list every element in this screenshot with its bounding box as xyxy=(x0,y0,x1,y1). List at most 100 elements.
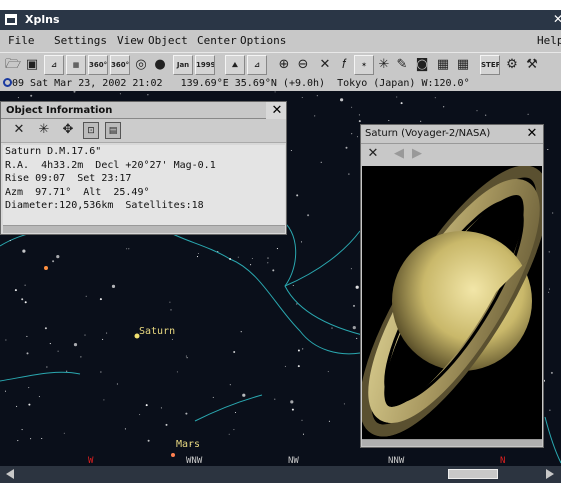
next-arrow-icon[interactable]: ▶ xyxy=(409,146,425,163)
menu-bar: File Settings View Object Center Options… xyxy=(0,30,561,52)
viewer-close-icon[interactable]: ✕ xyxy=(521,125,543,143)
save-icon[interactable]: ▣ xyxy=(22,55,42,75)
italic-font-icon[interactable]: 𝑓 xyxy=(334,55,354,75)
star xyxy=(185,355,187,357)
star xyxy=(292,284,294,287)
meteor-icon[interactable]: ✳ xyxy=(374,55,394,75)
menu-settings[interactable]: Settings xyxy=(54,34,107,47)
date-range-button[interactable]: 1999 2100 xyxy=(195,55,215,75)
grid-icon[interactable]: ▦ xyxy=(453,55,473,75)
direction-w: W xyxy=(88,456,94,466)
move-icon[interactable]: ✥ xyxy=(60,122,76,139)
comet-icon[interactable]: ✶ xyxy=(354,55,374,75)
scroll-thumb[interactable] xyxy=(448,469,498,479)
menu-view[interactable]: View xyxy=(117,34,144,47)
star xyxy=(28,387,30,389)
mars-marker[interactable] xyxy=(171,453,175,457)
scroll-right-icon[interactable] xyxy=(546,469,554,479)
zoom-in-icon[interactable]: ⊕ xyxy=(274,55,294,75)
menu-help[interactable]: Help xyxy=(537,34,561,47)
status-view-width: W:120.0° xyxy=(421,78,470,89)
star xyxy=(147,439,150,442)
object-info-close-icon[interactable]: ✕ xyxy=(267,102,287,119)
star xyxy=(302,433,305,435)
close-icon[interactable]: ✕ xyxy=(553,12,561,26)
star xyxy=(343,403,345,405)
star xyxy=(217,250,219,253)
planet-icon[interactable]: ● xyxy=(150,55,170,75)
xplns-window: Xplns ✕ File Settings View Object Center… xyxy=(0,10,561,483)
star xyxy=(176,371,178,373)
star xyxy=(85,295,87,297)
direction-wnw: WNW xyxy=(186,456,203,466)
star xyxy=(548,291,550,293)
star xyxy=(126,248,128,250)
star xyxy=(26,352,29,355)
menu-center[interactable]: Center xyxy=(197,34,237,47)
star xyxy=(103,399,105,401)
menu-file[interactable]: File xyxy=(8,34,35,47)
star xyxy=(229,384,231,386)
star xyxy=(9,240,11,242)
star xyxy=(106,332,108,334)
star xyxy=(139,414,141,416)
viewer-scrollbar[interactable] xyxy=(362,439,542,446)
star xyxy=(549,409,551,411)
star-chart-icon[interactable]: ⊿ xyxy=(247,55,267,75)
star xyxy=(396,96,398,98)
telescope-icon[interactable]: ⊿ xyxy=(44,55,64,75)
close-icon[interactable]: ✕ xyxy=(11,122,27,139)
pencil-icon[interactable]: ✎ xyxy=(392,55,412,75)
star xyxy=(119,93,121,95)
star xyxy=(272,269,275,272)
image-icon[interactable]: ◙ xyxy=(412,55,432,75)
star xyxy=(345,146,348,149)
open-file-icon[interactable]: 🗁 xyxy=(3,55,23,75)
star xyxy=(331,327,333,329)
star xyxy=(307,214,310,217)
landscape-icon[interactable]: ⛰ xyxy=(225,55,245,75)
star xyxy=(316,95,318,97)
horizontal-scrollbar[interactable] xyxy=(0,466,561,483)
star xyxy=(66,370,68,372)
window-menu-icon[interactable] xyxy=(5,14,17,25)
settings-gear-icon[interactable]: ⚙ xyxy=(502,55,522,75)
star xyxy=(49,343,51,345)
object-info-scrollbar[interactable] xyxy=(3,225,285,233)
previous-arrow-icon[interactable]: ◀ xyxy=(391,146,407,163)
image-icon[interactable]: ▤ xyxy=(105,122,121,139)
center-target-icon[interactable]: ⊡ xyxy=(83,122,99,139)
equatorial-360-button[interactable]: 360° xyxy=(110,55,130,75)
crosshair-star-icon[interactable]: ✳ xyxy=(36,122,52,139)
star xyxy=(145,404,148,407)
star xyxy=(186,357,188,359)
star xyxy=(547,148,549,151)
close-icon[interactable]: ✕ xyxy=(365,146,381,163)
image-viewer-window: Saturn (Voyager-2/NASA) ✕ ✕ ◀ ▶ xyxy=(360,124,544,448)
horizon-360-button[interactable]: 360° xyxy=(88,55,108,75)
star xyxy=(24,284,26,286)
star xyxy=(291,408,294,411)
star xyxy=(46,366,48,368)
zoom-out-icon[interactable]: ⊖ xyxy=(293,55,313,75)
star xyxy=(351,133,353,135)
grid-view-icon[interactable]: ▦ xyxy=(66,55,86,75)
orbit-icon[interactable]: ◎ xyxy=(131,55,151,75)
star xyxy=(16,405,18,407)
star xyxy=(196,256,199,258)
step-button[interactable]: STEP xyxy=(480,55,500,75)
date-jan-2100-button[interactable]: Jan 2100 xyxy=(173,55,193,75)
menu-options[interactable]: Options xyxy=(240,34,286,47)
close-view-icon[interactable]: ✕ xyxy=(315,55,335,75)
mars-label: Mars xyxy=(176,439,201,450)
star xyxy=(24,301,27,304)
star xyxy=(30,94,33,97)
tools-icon[interactable]: ⚒ xyxy=(522,55,542,75)
table-icon[interactable]: ▦ xyxy=(433,55,453,75)
menu-object[interactable]: Object xyxy=(148,34,188,47)
clock-icon xyxy=(3,78,12,87)
star xyxy=(284,365,286,367)
scroll-left-icon[interactable] xyxy=(6,469,14,479)
star xyxy=(300,241,303,243)
star xyxy=(485,114,487,116)
